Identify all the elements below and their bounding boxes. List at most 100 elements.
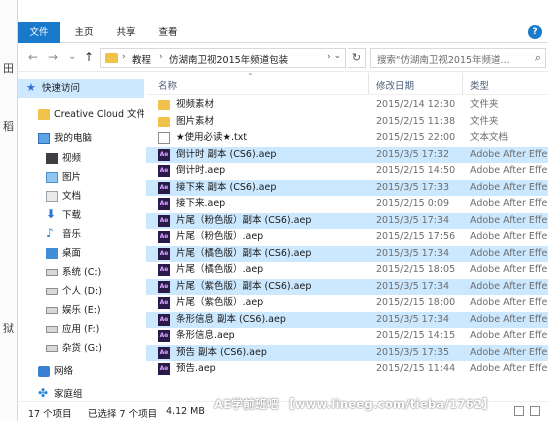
after-effects-file-icon: Ae: [158, 264, 170, 276]
text-file-icon: [158, 132, 170, 144]
file-type: Adobe After Effe...: [470, 181, 548, 193]
homegroup-icon: ✤: [38, 386, 49, 400]
table-row[interactable]: Ae 片尾（橘色版）副本 (CS6).aep 2015/3/5 17:34 Adobe…: [146, 245, 548, 262]
table-row[interactable]: Ae 接下来.aep 2015/2/15 0:09 Adobe After Effe.…: [146, 196, 548, 213]
help-icon[interactable]: ?: [528, 25, 542, 39]
table-row[interactable]: Ae 倒计时 副本 (CS6).aep 2015/3/5 17:32 Adobe Af…: [146, 146, 548, 163]
after-effects-file-icon: Ae: [158, 363, 170, 375]
folder-icon: [105, 53, 118, 63]
file-name: 片尾（粉色版）副本 (CS6).aep: [176, 214, 312, 226]
table-row[interactable]: Ae 片尾（紫色版）副本 (CS6).aep 2015/3/5 17:34 Adobe…: [146, 278, 548, 295]
file-name: 接下来.aep: [176, 198, 226, 209]
breadcrumb-item[interactable]: 教程: [132, 52, 151, 66]
back-arrow-icon[interactable]: ←: [28, 50, 38, 64]
selection-size: 4.12 MB: [166, 406, 205, 417]
sidebar-item-drive-f[interactable]: 应用 (F:): [18, 320, 144, 339]
sidebar-item-downloads[interactable]: ⬇ 下载: [18, 206, 144, 225]
sidebar-item-drive-c[interactable]: 系统 (C:): [18, 263, 144, 282]
column-divider[interactable]: [462, 73, 463, 95]
forward-arrow-icon[interactable]: →: [48, 50, 58, 64]
details-view-icon[interactable]: [514, 406, 524, 416]
refresh-icon[interactable]: ↻: [348, 48, 366, 68]
sidebar-item-desktop[interactable]: 桌面: [18, 244, 144, 263]
selection-count: 已选择 7 个项目: [88, 409, 158, 420]
download-icon: ⬇: [46, 207, 57, 221]
table-row[interactable]: Ae 片尾（橘色版）.aep 2015/2/15 18:05 Adobe After …: [146, 262, 548, 279]
file-date: 2015/3/5 17:34: [376, 214, 450, 226]
sidebar-item-documents[interactable]: 文档: [18, 187, 144, 206]
star-icon: ★: [26, 81, 36, 94]
file-type: Adobe After Effe...: [470, 363, 548, 374]
sidebar-item-creative-cloud[interactable]: Creative Cloud 文件: [18, 105, 144, 124]
ribbon-tabs: 文件 主页 共享 查看 ?: [18, 22, 548, 43]
file-date: 2015/3/5 17:34: [376, 280, 450, 292]
tab-share[interactable]: 共享: [108, 22, 144, 43]
navigation-pane: ★ 快速访问 Creative Cloud 文件 我的电脑 视频 图片 文档 ⬇…: [18, 73, 144, 400]
file-date: 2015/2/15 11:44: [376, 363, 456, 374]
table-row[interactable]: Ae 片尾（紫色版）.aep 2015/2/15 18:00 Adobe After …: [146, 295, 548, 312]
document-icon: [46, 191, 58, 202]
table-row[interactable]: Ae 预告.aep 2015/2/15 11:44 Adobe After Effe.…: [146, 361, 548, 378]
search-input[interactable]: 搜索"仿湖南卫视2015年频道... ⌕: [370, 48, 546, 68]
column-date[interactable]: 修改日期: [376, 78, 414, 92]
drive-icon: [46, 288, 58, 295]
sidebar-item-quick-access[interactable]: ★ 快速访问: [18, 79, 144, 98]
sidebar-item-drive-g[interactable]: 杂货 (G:): [18, 339, 144, 358]
column-name[interactable]: 名称: [158, 78, 177, 92]
file-name: 片尾（紫色版）副本 (CS6).aep: [176, 280, 312, 292]
drive-icon: [46, 345, 58, 352]
file-name: 片尾（橘色版）.aep: [176, 264, 264, 275]
tab-home[interactable]: 主页: [66, 22, 102, 43]
breadcrumb-item[interactable]: 仿湖南卫视2015年频道包装: [169, 52, 288, 66]
table-row[interactable]: Ae 接下来 副本 (CS6).aep 2015/3/5 17:33 Adobe Af…: [146, 179, 548, 196]
after-effects-file-icon: Ae: [158, 165, 170, 177]
column-divider[interactable]: [368, 73, 369, 95]
sidebar-item-drive-e[interactable]: 娱乐 (E:): [18, 301, 144, 320]
table-row[interactable]: Ae 倒计时.aep 2015/2/15 14:50 Adobe After Effe…: [146, 163, 548, 180]
drive-icon: [46, 269, 58, 276]
sidebar-item-pictures[interactable]: 图片: [18, 168, 144, 187]
table-row[interactable]: 视频素材 2015/2/14 12:30 文件夹: [146, 97, 548, 114]
table-row[interactable]: Ae 片尾（粉色版）.aep 2015/2/15 17:56 Adobe After …: [146, 229, 548, 246]
file-name: 倒计时 副本 (CS6).aep: [176, 148, 277, 160]
file-type: Adobe After Effe...: [470, 330, 548, 341]
search-placeholder: 搜索"仿湖南卫视2015年频道...: [377, 55, 510, 66]
sidebar-item-drive-d[interactable]: 个人 (D:): [18, 282, 144, 301]
address-bar[interactable]: › 教程 › 仿湖南卫视2015年频道包装 › ⌄: [100, 48, 346, 68]
sidebar-item-videos[interactable]: 视频: [18, 149, 144, 168]
column-type[interactable]: 类型: [470, 78, 489, 92]
recent-locations-icon[interactable]: ⌄: [68, 50, 76, 64]
table-row[interactable]: ★使用必读★.txt 2015/2/15 22:00 文本文档: [146, 130, 548, 147]
table-row[interactable]: Ae 预告 副本 (CS6).aep 2015/3/5 17:35 Adobe Aft…: [146, 344, 548, 361]
sidebar-item-homegroup[interactable]: ✤ 家庭组: [18, 385, 144, 400]
search-icon[interactable]: ⌕: [535, 51, 541, 65]
file-date: 2015/2/15 11:38: [376, 115, 456, 127]
up-arrow-icon[interactable]: ↑: [84, 50, 94, 64]
large-icons-view-icon[interactable]: [530, 406, 540, 416]
table-row[interactable]: 图片素材 2015/2/15 11:38 文件夹: [146, 114, 548, 131]
file-name: 预告.aep: [176, 363, 216, 374]
drive-icon: [46, 326, 58, 333]
pc-icon: [38, 133, 50, 144]
file-date: 2015/2/15 18:00: [376, 297, 456, 308]
navigation-bar: ← → ⌄ ↑ › 教程 › 仿湖南卫视2015年频道包装 › ⌄ ↻ 搜索"仿…: [18, 44, 548, 72]
folder-icon: [158, 116, 170, 127]
video-icon: [46, 153, 58, 164]
tab-file[interactable]: 文件: [18, 22, 60, 43]
chevron-right-icon: ›: [159, 52, 163, 62]
after-effects-file-icon: Ae: [158, 330, 170, 342]
sidebar-item-music[interactable]: ♪ 音乐: [18, 225, 144, 244]
chevron-down-icon[interactable]: ⌄: [333, 51, 341, 61]
file-date: 2015/3/5 17:33: [376, 181, 450, 193]
tab-view[interactable]: 查看: [150, 22, 186, 43]
file-type: Adobe After Effe...: [470, 247, 548, 259]
table-row[interactable]: Ae 条形信息.aep 2015/2/15 14:15 Adobe After Eff…: [146, 328, 548, 345]
table-row[interactable]: Ae 片尾（粉色版）副本 (CS6).aep 2015/3/5 17:34 Adobe…: [146, 212, 548, 229]
table-row[interactable]: Ae 条形信息 副本 (CS6).aep 2015/3/5 17:34 Adobe A…: [146, 311, 548, 328]
file-type: Adobe After Effe...: [470, 297, 548, 308]
background-document-strip: 田 稻 狱: [0, 0, 18, 421]
file-type: Adobe After Effe...: [470, 280, 548, 292]
sidebar-item-this-pc[interactable]: 我的电脑: [18, 129, 144, 148]
file-list: 视频素材 2015/2/14 12:30 文件夹 图片素材 2015/2/15 11:3…: [146, 97, 548, 379]
sidebar-item-network[interactable]: 网络: [18, 362, 144, 381]
